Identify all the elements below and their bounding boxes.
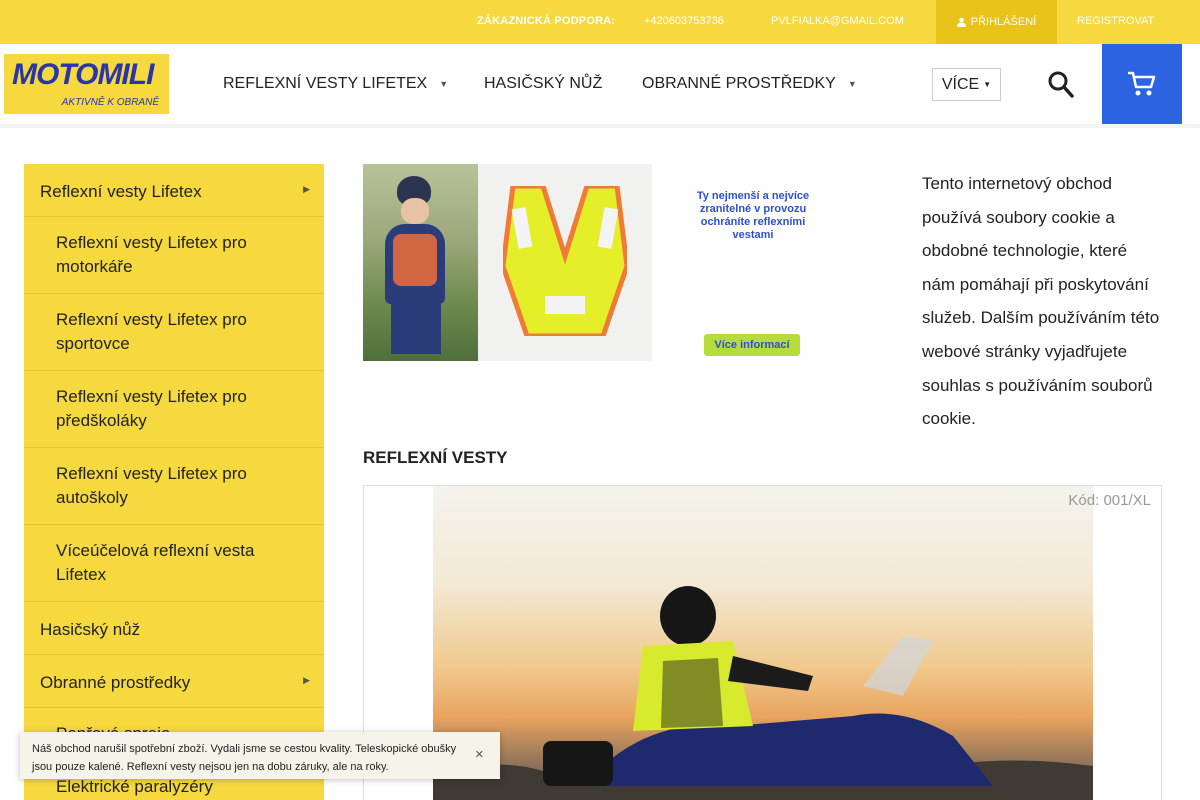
nav-more-label: VÍCE: [941, 75, 980, 93]
promo-banner[interactable]: Ty nejmenší a nejvíce zranitelné v provo…: [363, 164, 815, 361]
nav-item-label: REFLEXNÍ VESTY LIFETEX: [223, 75, 428, 92]
cart-button[interactable]: [1102, 44, 1182, 124]
product-code: Kód: 001/XL: [1068, 492, 1151, 509]
banner-more-button[interactable]: Více informací: [704, 334, 800, 356]
search-icon[interactable]: [1046, 68, 1076, 100]
child-vest-photo: [363, 164, 478, 361]
sidebar-item-hasicsky-nuz[interactable]: Hasičský nůž: [24, 602, 324, 655]
notice-toast: Náš obchod narušil spotřební zboží. Vyda…: [20, 732, 500, 779]
nav-item-label: OBRANNÉ PROSTŘEDKY: [642, 75, 836, 92]
section-title: REFLEXNÍ VESTY: [363, 448, 508, 467]
nav-more-button[interactable]: VÍCE ▼: [932, 68, 1001, 101]
chevron-down-icon: ▼: [847, 79, 857, 89]
chevron-right-icon: ▶: [303, 675, 310, 685]
chevron-down-icon: ▼: [439, 79, 449, 89]
product-image[interactable]: [433, 486, 1093, 800]
chevron-down-icon: ▼: [983, 80, 992, 89]
sidebar-item-label: Reflexní vesty Lifetex pro sportovce: [56, 310, 247, 353]
chevron-right-icon: ▶: [303, 184, 310, 194]
sidebar-item-viceucelova[interactable]: Víceúčelová reflexní vesta Lifetex: [24, 525, 324, 602]
sidebar-item-sportovce[interactable]: Reflexní vesty Lifetex pro sportovce: [24, 294, 324, 371]
vest-product-photo: [478, 164, 652, 361]
top-bar: ZÁKAZNICKÁ PODPORA: +420603753736 PVLFIA…: [0, 0, 1200, 44]
support-email-link[interactable]: PVLFIALKA@GMAIL.COM: [771, 15, 904, 27]
sidebar-item-autoskoly[interactable]: Reflexní vesty Lifetex pro autoškoly: [24, 448, 324, 525]
login-button[interactable]: PŘIHLÁŠENÍ: [936, 0, 1057, 44]
logo-text: MOTOMILI: [12, 58, 154, 91]
sidebar-item-label: Reflexní vesty Lifetex pro autoškoly: [56, 464, 247, 507]
site-logo[interactable]: MOTOMILI AKTIVNĚ K OBRANĚ: [4, 54, 169, 114]
sidebar-item-predskolaky[interactable]: Reflexní vesty Lifetex pro předškoláky: [24, 371, 324, 448]
sidebar-item-label: Reflexní vesty Lifetex: [40, 182, 202, 201]
sidebar-item-label: Reflexní vesty Lifetex pro motorkáře: [56, 233, 247, 276]
close-icon[interactable]: ✕: [475, 748, 484, 761]
toast-message: Náš obchod narušil spotřební zboží. Vyda…: [32, 743, 457, 773]
cart-icon: [1128, 71, 1156, 96]
sidebar-item-label: Reflexní vesty Lifetex pro předškoláky: [56, 387, 247, 430]
category-sidebar: Reflexní vesty Lifetex ▶ Reflexní vesty …: [24, 164, 324, 800]
sidebar-item-label: Víceúčelová reflexní vesta Lifetex: [56, 541, 255, 584]
banner-text-panel: Ty nejmenší a nejvíce zranitelné v provo…: [652, 164, 815, 361]
header-divider: [0, 124, 1200, 128]
banner-tagline: Ty nejmenší a nejvíce zranitelné v provo…: [696, 190, 810, 241]
site-header: MOTOMILI AKTIVNĚ K OBRANĚ REFLEXNÍ VESTY…: [0, 44, 1200, 124]
nav-item-obranne-prostredky[interactable]: OBRANNÉ PROSTŘEDKY ▼: [642, 75, 857, 93]
support-label: ZÁKAZNICKÁ PODPORA:: [477, 15, 616, 27]
sidebar-item-label: Obranné prostředky: [40, 673, 191, 692]
nav-item-label: HASIČSKÝ NŮŽ: [484, 75, 603, 92]
nav-item-reflexni-vesty[interactable]: REFLEXNÍ VESTY LIFETEX ▼: [223, 75, 448, 93]
support-phone-link[interactable]: +420603753736: [644, 15, 724, 27]
logo-tagline: AKTIVNĚ K OBRANĚ: [61, 97, 159, 108]
sidebar-item-obranne-prostredky[interactable]: Obranné prostředky ▶: [24, 655, 324, 708]
cookie-notice-text: Tento internetový obchod používá soubory…: [922, 174, 1160, 429]
nav-item-hasicsky-nuz[interactable]: HASIČSKÝ NŮŽ: [484, 75, 602, 93]
login-label: PŘIHLÁŠENÍ: [970, 16, 1037, 28]
sidebar-item-label: Hasičský nůž: [40, 620, 141, 639]
register-link[interactable]: REGISTROVAT: [1077, 15, 1154, 27]
sidebar-item-motorkare[interactable]: Reflexní vesty Lifetex pro motorkáře: [24, 217, 324, 294]
user-icon: [956, 17, 966, 27]
sidebar-item-reflexni-vesty[interactable]: Reflexní vesty Lifetex ▶: [24, 164, 324, 217]
